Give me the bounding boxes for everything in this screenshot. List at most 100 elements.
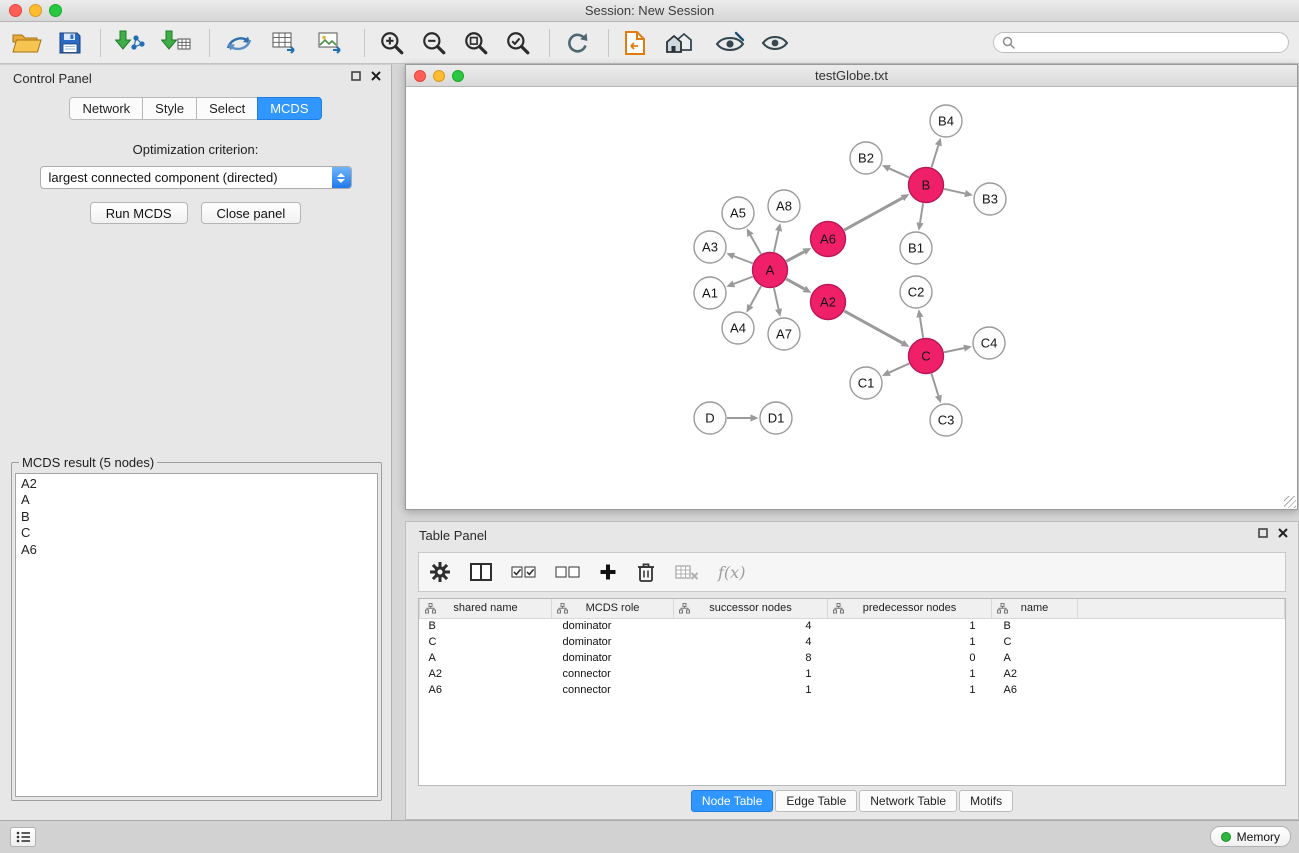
column-header-filler bbox=[1078, 599, 1285, 618]
result-item[interactable]: C bbox=[21, 525, 372, 541]
table-settings-button[interactable] bbox=[429, 561, 451, 583]
close-window-button[interactable] bbox=[9, 4, 22, 17]
delete-column-button[interactable] bbox=[636, 561, 656, 583]
zoom-fit-button[interactable] bbox=[463, 30, 489, 56]
column-header-MCDS-role[interactable]: MCDS role bbox=[552, 599, 674, 618]
close-table-panel-icon[interactable] bbox=[1278, 528, 1288, 538]
tab-edge-table[interactable]: Edge Table bbox=[775, 790, 857, 812]
search-field[interactable] bbox=[993, 32, 1289, 53]
network-zoom-button[interactable] bbox=[452, 70, 464, 82]
graph-edge-A2-C[interactable] bbox=[844, 311, 902, 343]
network-close-button[interactable] bbox=[414, 70, 426, 82]
float-table-panel-icon[interactable] bbox=[1258, 528, 1268, 538]
hierarchy-icon bbox=[833, 603, 844, 617]
graph-edge-C-C2[interactable] bbox=[920, 317, 923, 338]
graph-edge-C-C1[interactable] bbox=[889, 364, 909, 373]
column-header-name[interactable]: name bbox=[992, 599, 1078, 618]
save-session-button[interactable] bbox=[58, 31, 82, 55]
graph-edge-C-C4[interactable] bbox=[944, 348, 964, 352]
graph-edge-A-A5[interactable] bbox=[750, 235, 760, 254]
optimization-criterion-select[interactable]: largest connected component (directed) bbox=[40, 166, 352, 189]
tab-style[interactable]: Style bbox=[142, 97, 197, 120]
zoom-window-button[interactable] bbox=[49, 4, 62, 17]
graph-node-label: A bbox=[766, 263, 775, 278]
result-item[interactable]: A6 bbox=[21, 542, 372, 558]
graph-arrowhead bbox=[935, 138, 942, 147]
graph-arrowhead bbox=[964, 190, 973, 197]
open-folder-button[interactable] bbox=[12, 31, 42, 55]
graph-edge-A-A7[interactable] bbox=[774, 288, 779, 309]
zoom-in-button[interactable] bbox=[379, 30, 405, 56]
delete-table-icon bbox=[675, 564, 699, 580]
memory-button[interactable]: Memory bbox=[1210, 826, 1291, 847]
column-header-predecessor-nodes[interactable]: predecessor nodes bbox=[828, 599, 992, 618]
delete-table-button[interactable] bbox=[675, 564, 699, 580]
run-mcds-button[interactable]: Run MCDS bbox=[90, 202, 188, 224]
network-view-window[interactable]: testGlobe.txt B4B2BB3A5A8A6B1A3AC2A1A2A4… bbox=[405, 64, 1298, 510]
show-hide-graphics-button[interactable] bbox=[761, 32, 789, 54]
export-table-button[interactable] bbox=[270, 30, 300, 56]
graph-edge-A-A8[interactable] bbox=[774, 231, 779, 252]
orange-document-icon bbox=[623, 30, 647, 56]
style-preview-button[interactable] bbox=[715, 31, 745, 55]
column-header-successor-nodes[interactable]: successor nodes bbox=[674, 599, 828, 618]
table-row[interactable]: A6connector11A6 bbox=[420, 682, 1285, 698]
mcds-result-list[interactable]: A2ABCA6 bbox=[15, 473, 378, 797]
app-title: Session: New Session bbox=[0, 0, 1299, 21]
result-item[interactable]: B bbox=[21, 509, 372, 525]
graph-edge-B-B1[interactable] bbox=[920, 203, 923, 223]
add-column-button[interactable] bbox=[599, 563, 617, 581]
graph-edge-A-A1[interactable] bbox=[734, 277, 753, 284]
tab-node-table[interactable]: Node Table bbox=[691, 790, 774, 812]
float-panel-icon[interactable] bbox=[351, 71, 361, 81]
search-input[interactable] bbox=[1020, 36, 1280, 50]
network-graph[interactable]: B4B2BB3A5A8A6B1A3AC2A1A2A4A7C4CC1DD1C3 bbox=[406, 87, 1297, 509]
tab-motifs[interactable]: Motifs bbox=[959, 790, 1013, 812]
graph-edge-A6-B[interactable] bbox=[844, 198, 902, 230]
result-item[interactable]: A bbox=[21, 492, 372, 508]
graph-node-label: C1 bbox=[858, 376, 875, 391]
select-all-button[interactable] bbox=[511, 565, 536, 579]
function-builder-button[interactable]: f(x) bbox=[718, 563, 745, 582]
table-row[interactable]: Adominator80A bbox=[420, 650, 1285, 666]
task-history-button[interactable] bbox=[10, 827, 36, 847]
graph-edge-B-B4[interactable] bbox=[932, 145, 939, 167]
table-row[interactable]: A2connector11A2 bbox=[420, 666, 1285, 682]
show-columns-button[interactable] bbox=[470, 563, 492, 581]
network-canvas[interactable]: B4B2BB3A5A8A6B1A3AC2A1A2A4A7C4CC1DD1C3 bbox=[406, 87, 1297, 509]
column-header-shared-name[interactable]: shared name bbox=[420, 599, 552, 618]
refresh-layout-button[interactable] bbox=[564, 30, 590, 56]
tab-mcds[interactable]: MCDS bbox=[257, 97, 321, 120]
minimize-window-button[interactable] bbox=[29, 4, 42, 17]
resize-grip[interactable] bbox=[1284, 496, 1296, 508]
tab-network-table[interactable]: Network Table bbox=[859, 790, 957, 812]
graph-node-label: B bbox=[922, 178, 931, 193]
table-row[interactable]: Bdominator41B bbox=[420, 618, 1285, 634]
close-panel-button[interactable]: Close panel bbox=[201, 202, 302, 224]
graph-edge-A-A6[interactable] bbox=[786, 252, 804, 262]
graph-edge-A-A2[interactable] bbox=[786, 279, 804, 289]
graph-edge-A-A4[interactable] bbox=[750, 286, 761, 305]
export-image-button[interactable] bbox=[316, 30, 346, 56]
deselect-all-button[interactable] bbox=[555, 565, 580, 579]
graph-edge-C-C3[interactable] bbox=[932, 374, 939, 396]
import-network-from-file-button[interactable] bbox=[115, 30, 145, 56]
tab-network[interactable]: Network bbox=[69, 97, 143, 120]
new-network-view-button[interactable] bbox=[224, 30, 254, 56]
tab-select[interactable]: Select bbox=[196, 97, 258, 120]
graph-edge-B-B3[interactable] bbox=[944, 189, 965, 194]
graph-node-label: C2 bbox=[908, 285, 925, 300]
hierarchy-icon bbox=[557, 603, 568, 617]
import-table-from-file-button[interactable] bbox=[161, 30, 191, 56]
table-row[interactable]: Cdominator41C bbox=[420, 634, 1285, 650]
network-minimize-button[interactable] bbox=[433, 70, 445, 82]
close-panel-icon[interactable] bbox=[371, 71, 381, 81]
table-panel: Table Panel f(x) shared nameMC bbox=[405, 521, 1299, 820]
home-view-button[interactable] bbox=[663, 31, 699, 55]
zoom-selected-button[interactable] bbox=[505, 30, 531, 56]
open-session-document-button[interactable] bbox=[623, 30, 647, 56]
graph-edge-B-B2[interactable] bbox=[889, 168, 909, 177]
zoom-out-button[interactable] bbox=[421, 30, 447, 56]
result-item[interactable]: A2 bbox=[21, 476, 372, 492]
graph-edge-A-A3[interactable] bbox=[734, 256, 753, 263]
